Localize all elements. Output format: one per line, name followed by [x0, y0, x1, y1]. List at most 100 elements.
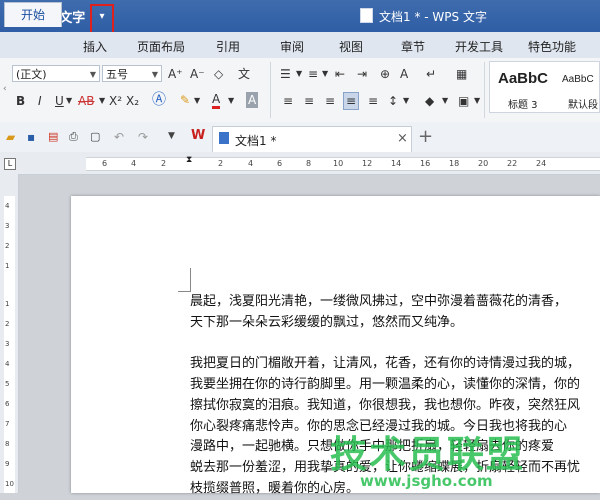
- italic-button[interactable]: I: [38, 93, 42, 109]
- justify-icon[interactable]: ≡: [343, 92, 360, 110]
- underline-button[interactable]: U: [55, 93, 64, 109]
- ruler-tick: 5: [5, 380, 10, 388]
- document-line[interactable]: 天下那一朵朵云彩缓缓的飘过，悠然而又纯净。: [190, 313, 463, 334]
- wps-home-icon[interactable]: W: [191, 128, 205, 143]
- document-line[interactable]: 晨起，浅夏阳光清艳，一缕微风拂过，空中弥漫着蔷薇花的清香，: [190, 292, 567, 313]
- chevron-down-icon[interactable]: ▼: [296, 66, 302, 82]
- align-center-icon[interactable]: ≡: [304, 93, 314, 109]
- style-gallery[interactable]: AaBbC AaBbC 标题 3 默认段: [489, 61, 600, 113]
- font-name-select[interactable]: (正文) ▼: [12, 65, 100, 82]
- tab-home[interactable]: 开始: [4, 2, 62, 27]
- chevron-down-icon[interactable]: ▼: [474, 93, 480, 109]
- font-name-value: (正文): [16, 68, 47, 81]
- bullet-list-icon[interactable]: ☰: [280, 66, 291, 82]
- chevron-down-icon[interactable]: ▼: [99, 93, 105, 109]
- style-label-heading3: 标题 3: [508, 100, 538, 111]
- style-sample-heading: AaBbC: [498, 70, 549, 87]
- bold-button[interactable]: B: [16, 93, 25, 109]
- ruler-tick: 3: [5, 340, 10, 348]
- chevron-down-icon[interactable]: ▼: [66, 93, 72, 109]
- clear-format-icon[interactable]: ◇: [214, 66, 223, 82]
- align-right-icon[interactable]: ≡: [325, 93, 335, 109]
- ruler-tick: 16: [420, 159, 431, 168]
- ruler-tick: 8: [306, 159, 312, 168]
- undo-icon[interactable]: ↶: [114, 130, 127, 144]
- chevron-down-icon[interactable]: ▼: [322, 66, 328, 82]
- tab-review[interactable]: 审阅: [280, 38, 304, 55]
- strikethrough-button[interactable]: AB: [78, 93, 94, 109]
- pinyin-icon[interactable]: 文: [238, 66, 250, 82]
- ruler-tick: 4: [131, 159, 137, 168]
- char-shading-button[interactable]: A: [246, 92, 259, 108]
- new-tab-icon[interactable]: +: [418, 126, 433, 147]
- ruler-tick: 4: [5, 360, 10, 368]
- tab-insert[interactable]: 插入: [83, 38, 107, 55]
- chevron-down-icon[interactable]: ▼: [168, 131, 181, 144]
- font-size-select[interactable]: 五号 ▼: [102, 65, 162, 82]
- border-icon[interactable]: ▣: [458, 93, 469, 109]
- window-title: 文档1 * - WPS 文字: [360, 8, 487, 25]
- table-icon[interactable]: ▦: [456, 66, 467, 82]
- ruler-tick: 6: [102, 159, 108, 168]
- document-tab[interactable]: 文档1 * ×: [212, 126, 412, 152]
- distributed-icon[interactable]: ≡: [368, 93, 378, 109]
- export-pdf-icon[interactable]: ▤: [48, 130, 61, 143]
- redo-icon[interactable]: ↷: [138, 130, 151, 144]
- ruler-tick: 1: [5, 262, 10, 270]
- page-margin-corner: [178, 268, 191, 292]
- chevron-down-icon[interactable]: ▼: [403, 93, 409, 109]
- align-left-icon[interactable]: ≡: [283, 93, 293, 109]
- ruler-tick: 2: [5, 320, 10, 328]
- tab-view[interactable]: 视图: [339, 38, 363, 55]
- document-line[interactable]: 枝揽缀普照，暖着你的心房。: [190, 479, 359, 500]
- increase-indent-icon[interactable]: ⇥: [357, 66, 367, 82]
- shading-icon[interactable]: ◆: [425, 93, 434, 109]
- ribbon-collapse-icon[interactable]: ‹: [3, 84, 7, 94]
- ruler-tick: 22: [507, 159, 518, 168]
- ruler-tick: 2: [218, 159, 224, 168]
- tab-page-layout[interactable]: 页面布局: [137, 38, 185, 55]
- text-effect-icon[interactable]: Ⓐ: [152, 92, 166, 108]
- save-icon[interactable]: ▪: [27, 130, 40, 144]
- close-tab-icon[interactable]: ×: [397, 131, 408, 146]
- ruler-tick: 20: [478, 159, 489, 168]
- chevron-down-icon[interactable]: ▼: [194, 93, 200, 109]
- tab-chapter[interactable]: 章节: [401, 38, 425, 55]
- window-title-text: 文档1 * - WPS 文字: [379, 10, 487, 24]
- document-line[interactable]: 我要坐拥在你的诗行韵脚里。用一颗温柔的心，读懂你的深情，你的: [190, 375, 580, 396]
- tab-stop-selector-icon[interactable]: L: [4, 158, 16, 170]
- open-folder-icon[interactable]: ▰: [6, 130, 19, 144]
- highlight-icon[interactable]: ✎: [180, 92, 190, 108]
- ruler-tick: 10: [333, 159, 344, 168]
- print-preview-icon[interactable]: ▢: [90, 130, 103, 143]
- ruler-tick: 9: [5, 460, 10, 468]
- ribbon-divider: [484, 62, 485, 118]
- shrink-font-button[interactable]: A⁻: [190, 66, 205, 82]
- chinese-layout-icon[interactable]: ⊕: [380, 66, 390, 82]
- tab-special[interactable]: 特色功能: [528, 38, 576, 55]
- tab-references[interactable]: 引用: [216, 38, 240, 55]
- chevron-down-icon[interactable]: ▼: [228, 93, 234, 109]
- superscript-button[interactable]: X²: [109, 93, 122, 109]
- watermark-url: www.jsgho.com: [360, 472, 493, 490]
- grow-font-button[interactable]: A⁺: [168, 66, 183, 82]
- decrease-indent-icon[interactable]: ⇤: [335, 66, 345, 82]
- print-icon[interactable]: ⎙: [69, 130, 82, 143]
- show-marks-icon[interactable]: ↵: [426, 66, 436, 82]
- ruler-tick: 1: [5, 300, 10, 308]
- ruler-tick: 8: [5, 440, 10, 448]
- indent-marker-icon[interactable]: ⧗: [186, 155, 192, 165]
- ruler-tick: 4: [248, 159, 254, 168]
- ruler-tick: 18: [449, 159, 460, 168]
- line-spacing-icon[interactable]: ↕: [388, 93, 398, 109]
- font-color-button[interactable]: A: [212, 93, 221, 109]
- ruler-tick: 10: [5, 480, 14, 488]
- document-tab-label: 文档1 *: [235, 134, 277, 148]
- document-line[interactable]: 擦拭你寂寞的泪痕。我知道，你很想我，我也想你。昨夜，突然狂风: [190, 396, 580, 417]
- numbered-list-icon[interactable]: ≡: [308, 66, 318, 82]
- subscript-button[interactable]: X₂: [126, 93, 139, 109]
- tab-developer[interactable]: 开发工具: [455, 38, 503, 55]
- text-direction-icon[interactable]: A: [400, 66, 408, 82]
- chevron-down-icon[interactable]: ▼: [442, 93, 448, 109]
- document-line[interactable]: 我把夏日的门楣敞开着，让清风，花香，还有你的诗情漫过我的城，: [190, 354, 580, 375]
